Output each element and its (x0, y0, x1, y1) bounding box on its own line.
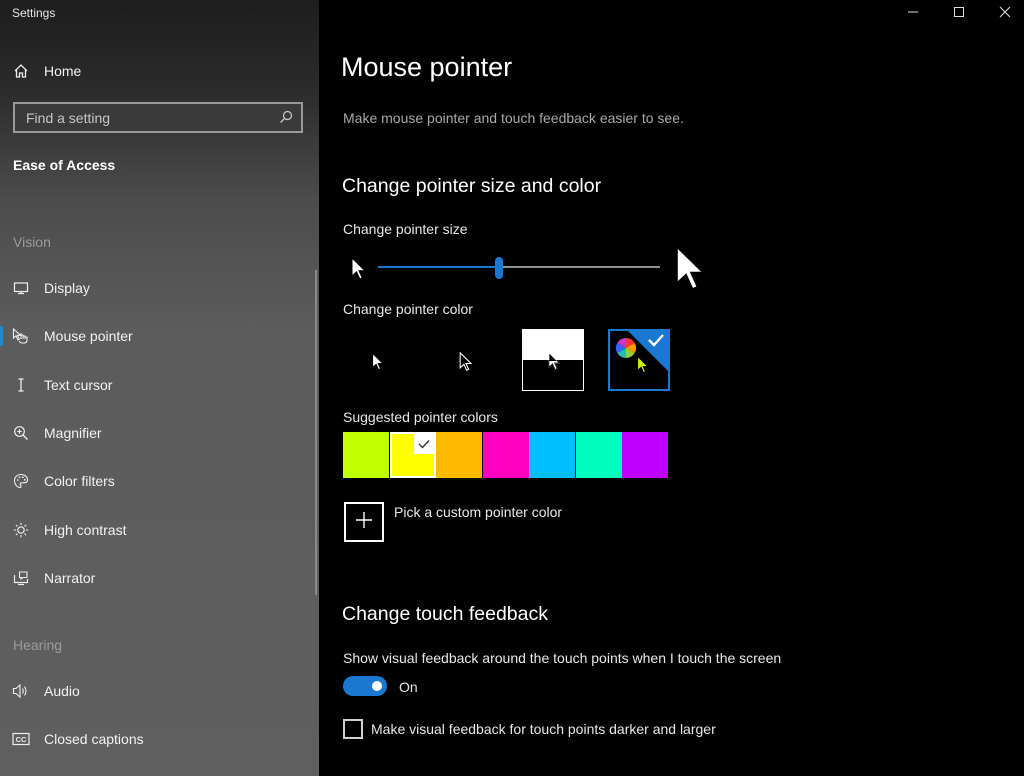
main-content: Mouse pointer Make mouse pointer and tou… (319, 0, 1024, 776)
text-cursor-icon (12, 376, 30, 394)
pointer-color-white[interactable] (347, 329, 409, 391)
color-swatch[interactable] (529, 432, 575, 478)
sidebar-item-closed-captions[interactable]: CC Closed captions (0, 719, 319, 759)
audio-icon (12, 682, 30, 700)
mouse-pointer-icon (12, 327, 30, 345)
touch-feedback-toggle[interactable] (343, 676, 387, 696)
sidebar-item-label: Home (44, 63, 82, 79)
group-label-vision: Vision (13, 234, 51, 250)
sidebar-scrollbar[interactable] (315, 270, 317, 595)
pointer-section-heading: Change pointer size and color (342, 175, 602, 197)
touch-section-heading: Change touch feedback (342, 603, 548, 625)
svg-text:CC: CC (16, 735, 27, 744)
color-swatch[interactable] (389, 432, 436, 478)
check-icon (647, 333, 665, 352)
color-swatch[interactable] (622, 432, 668, 478)
sidebar-item-label: Closed captions (44, 731, 144, 747)
maximize-icon (953, 5, 965, 23)
search-icon[interactable] (279, 110, 293, 124)
color-swatch[interactable] (343, 432, 389, 478)
sidebar-item-label: Audio (44, 683, 80, 699)
suggested-colors-label: Suggested pointer colors (343, 409, 498, 425)
home-icon (12, 62, 30, 80)
sidebar-item-magnifier[interactable]: Magnifier (0, 413, 319, 453)
high-contrast-icon (12, 521, 30, 539)
pointer-size-label: Change pointer size (343, 221, 468, 237)
color-swatch[interactable] (436, 432, 482, 478)
search-box[interactable] (13, 102, 303, 133)
sidebar-item-color-filters[interactable]: Color filters (0, 461, 319, 501)
group-label-hearing: Hearing (13, 637, 63, 653)
sidebar-item-audio[interactable]: Audio (0, 671, 319, 711)
sidebar-item-label: Color filters (44, 473, 115, 489)
check-icon (413, 434, 434, 454)
pointer-color-label: Change pointer color (343, 301, 473, 317)
pointer-color-inverted[interactable] (522, 329, 584, 391)
toggle-knob (372, 681, 382, 691)
darker-feedback-checkbox[interactable] (343, 719, 363, 739)
sidebar-item-home[interactable]: Home (0, 51, 319, 91)
slider-thumb[interactable] (495, 257, 504, 279)
sidebar-item-narrator[interactable]: Narrator (0, 558, 319, 598)
close-icon (999, 5, 1011, 23)
color-swatch[interactable] (482, 432, 529, 478)
app-title: Settings (12, 6, 56, 20)
pointer-color-black[interactable] (433, 329, 495, 391)
narrator-icon (12, 569, 30, 587)
color-filters-icon (12, 472, 30, 490)
maximize-button[interactable] (936, 0, 982, 28)
minimize-button[interactable] (890, 0, 936, 28)
slider-fill (378, 266, 500, 268)
close-button[interactable] (982, 0, 1024, 28)
sidebar: Settings Home Ease of Access Vision Disp… (0, 0, 319, 776)
search-input[interactable] (15, 104, 265, 131)
sidebar-item-mouse-pointer[interactable]: Mouse pointer (0, 316, 319, 356)
page-title: Mouse pointer (341, 52, 513, 82)
large-pointer-icon (675, 245, 707, 298)
small-pointer-icon (351, 256, 367, 286)
sidebar-item-label: Display (44, 280, 90, 296)
pointer-size-slider[interactable] (378, 257, 660, 279)
custom-color-label[interactable]: Pick a custom pointer color (394, 504, 562, 520)
sidebar-item-label: Text cursor (44, 377, 113, 393)
sidebar-item-text-cursor[interactable]: Text cursor (0, 365, 319, 405)
color-swatch[interactable] (575, 432, 622, 478)
sidebar-item-label: High contrast (44, 522, 127, 538)
minimize-icon (907, 5, 919, 23)
sidebar-item-display[interactable]: Display (0, 268, 319, 308)
plus-icon (355, 511, 373, 534)
sidebar-item-label: Mouse pointer (44, 328, 133, 344)
custom-color-button[interactable] (344, 502, 384, 542)
magnifier-icon (12, 424, 30, 442)
touch-feedback-label: Show visual feedback around the touch po… (343, 650, 782, 666)
category-title: Ease of Access (13, 157, 116, 173)
display-icon (12, 279, 30, 297)
darker-feedback-label[interactable]: Make visual feedback for touch points da… (371, 721, 716, 737)
pointer-color-custom[interactable] (608, 329, 670, 391)
closed-captions-icon: CC (12, 730, 30, 748)
sidebar-item-high-contrast[interactable]: High contrast (0, 510, 319, 550)
color-wheel-icon (616, 338, 636, 363)
sidebar-item-label: Magnifier (44, 425, 102, 441)
sidebar-item-label: Narrator (44, 570, 96, 586)
page-description: Make mouse pointer and touch feedback ea… (343, 110, 684, 126)
toggle-state-label: On (399, 679, 418, 695)
